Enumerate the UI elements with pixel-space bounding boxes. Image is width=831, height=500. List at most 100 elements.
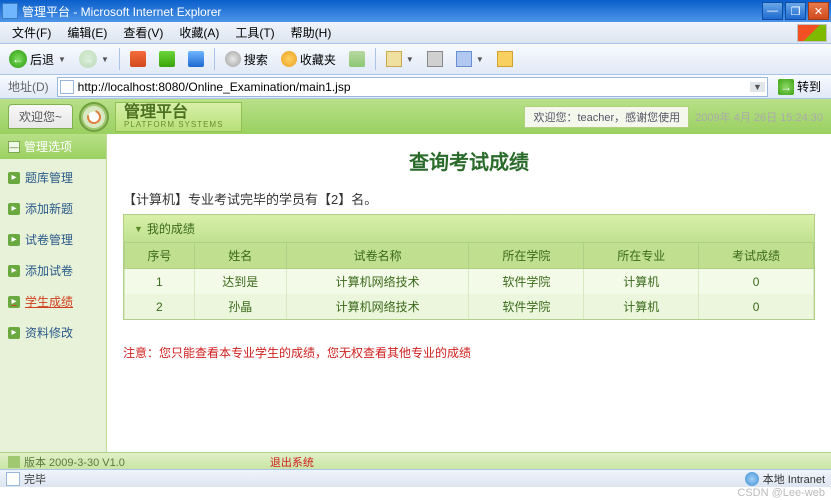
stop-button[interactable] [125, 47, 151, 71]
welcome-tab[interactable]: 欢迎您~ [8, 104, 73, 129]
close-button[interactable]: ✕ [808, 2, 829, 20]
history-icon [349, 51, 365, 67]
sidebar-item-label: 学生成绩 [25, 293, 73, 310]
version-text: 版本 2009-3-30 V1.0 [24, 454, 125, 470]
url-input[interactable] [78, 80, 750, 94]
table-cell: 0 [699, 269, 814, 295]
app-icon [2, 3, 18, 19]
results-table: 序号姓名试卷名称所在学院所在专业考试成绩 1达到是计算机网络技术软件学院计算机0… [124, 242, 814, 319]
go-label: 转到 [797, 78, 821, 95]
sidebar-item-label: 资料修改 [25, 324, 73, 341]
page-icon [60, 80, 74, 94]
bullet-icon: ▸ [8, 172, 20, 184]
collapse-icon: — [8, 141, 20, 153]
column-header: 序号 [125, 243, 195, 269]
results-panel: ▼ 我的成绩 序号姓名试卷名称所在学院所在专业考试成绩 1达到是计算机网络技术软… [123, 214, 815, 320]
sidebar-item-1[interactable]: ▸ 添加新题 [8, 200, 98, 217]
back-button[interactable]: ← 后退 ▼ [4, 47, 71, 71]
table-cell: 软件学院 [469, 269, 584, 295]
edit-button[interactable]: ▼ [451, 47, 489, 71]
messenger-icon [497, 51, 513, 67]
search-label: 搜索 [244, 51, 268, 68]
refresh-button[interactable] [154, 47, 180, 71]
column-header: 所在专业 [584, 243, 699, 269]
search-icon [225, 51, 241, 67]
sidebar-item-0[interactable]: ▸ 题库管理 [8, 169, 98, 186]
column-header: 试卷名称 [286, 243, 469, 269]
forward-button[interactable]: → ▼ [74, 47, 114, 71]
table-cell: 计算机网络技术 [286, 294, 469, 319]
back-label: 后退 [30, 51, 54, 68]
status-page-icon [6, 472, 20, 486]
app-logo-icon [79, 102, 109, 132]
page-title: 查询考试成绩 [123, 146, 815, 175]
mail-icon [386, 51, 402, 67]
sidebar-item-4[interactable]: ▸ 学生成绩 [8, 293, 98, 310]
logout-link[interactable]: 退出系统 [270, 454, 314, 470]
content-area: 查询考试成绩 【计算机】专业考试完毕的学员有【2】名。 ▼ 我的成绩 序号姓名试… [107, 134, 831, 487]
sidebar-item-3[interactable]: ▸添加试卷 [8, 262, 98, 279]
bullet-icon: ▸ [8, 234, 20, 246]
table-cell: 计算机 [584, 294, 699, 319]
back-arrow-icon: ← [9, 50, 27, 68]
summary-text: 【计算机】专业考试完毕的学员有【2】名。 [123, 189, 815, 208]
column-header: 姓名 [194, 243, 286, 269]
sidebar-item-5[interactable]: ▸ 资料修改 [8, 324, 98, 341]
menu-favorites[interactable]: 收藏(A) [171, 22, 227, 43]
triangle-down-icon: ▼ [134, 224, 143, 234]
chevron-down-icon: ▼ [58, 55, 66, 64]
results-header[interactable]: ▼ 我的成绩 [124, 215, 814, 242]
stop-icon [130, 51, 146, 67]
edit-icon [456, 51, 472, 67]
menu-view[interactable]: 查看(V) [115, 22, 171, 43]
column-header: 所在学院 [469, 243, 584, 269]
browser-toolbar: ← 后退 ▼ → ▼ 搜索 收藏夹 ▼ ▼ [0, 44, 831, 75]
sidebar-item-2[interactable]: ▸ 试卷管理 [8, 231, 98, 248]
sidebar-item-label: 题库管理 [25, 169, 73, 186]
menu-file[interactable]: 文件(F) [4, 22, 59, 43]
watermark: CSDN @Lee-web [737, 487, 825, 499]
favorites-button[interactable]: 收藏夹 [276, 47, 341, 71]
brand-text: 管理平台 [124, 104, 188, 121]
table-row[interactable]: 1达到是计算机网络技术软件学院计算机0 [125, 269, 814, 295]
brand-title: 管理平台 PLATFORM SYSTEMS [115, 102, 242, 132]
app-footer: 版本 2009-3-30 V1.0 退出系统 [0, 452, 831, 470]
main-layout: — 管理选项 ▸ 题库管理 ▸ 添加新题 ▸ 试卷管理 ▸添加试卷 ▸ 学生成绩 ▸ 资料修改 查询… [0, 134, 831, 487]
sidebar: — 管理选项 ▸ 题库管理 ▸ 添加新题 ▸ 试卷管理 ▸添加试卷 ▸ 学生成绩 ▸ 资料修改 [0, 134, 107, 487]
bullet-icon: ▸ [8, 296, 20, 308]
menu-help[interactable]: 帮助(H) [283, 22, 340, 43]
table-cell: 2 [125, 294, 195, 319]
column-header: 考试成绩 [699, 243, 814, 269]
table-cell: 计算机网络技术 [286, 269, 469, 295]
sidebar-header[interactable]: — 管理选项 [0, 134, 106, 159]
address-dropdown-button[interactable]: ▼ [750, 82, 765, 92]
minimize-button[interactable]: — [762, 2, 783, 20]
table-row[interactable]: 2孙晶计算机网络技术软件学院计算机0 [125, 294, 814, 319]
home-button[interactable] [183, 47, 209, 71]
chevron-down-icon: ▼ [476, 55, 484, 64]
search-button[interactable]: 搜索 [220, 47, 273, 71]
address-input-container: ▼ [57, 77, 768, 97]
toolbar-divider [375, 48, 376, 70]
window-title: 管理平台 - Microsoft Internet Explorer [22, 3, 762, 20]
bullet-icon: ▸ [8, 327, 20, 339]
go-arrow-icon: → [778, 79, 794, 95]
notice-text: 注意：您只能查看本专业学生的成绩，您无权查看其他专业的成绩 [123, 344, 815, 361]
table-cell: 孙晶 [194, 294, 286, 319]
print-button[interactable] [422, 47, 448, 71]
history-button[interactable] [344, 47, 370, 71]
messenger-button[interactable] [492, 47, 518, 71]
bullet-icon: ▸ [8, 203, 20, 215]
menu-tools[interactable]: 工具(T) [227, 22, 282, 43]
sidebar-item-label: 试卷管理 [25, 231, 73, 248]
menu-edit[interactable]: 编辑(E) [59, 22, 115, 43]
mail-button[interactable]: ▼ [381, 47, 419, 71]
windows-logo-icon [797, 24, 827, 42]
maximize-button[interactable]: ❐ [785, 2, 806, 20]
greeting-text: 欢迎您：teacher，感谢您使用 [524, 106, 689, 128]
window-titlebar: 管理平台 - Microsoft Internet Explorer — ❐ ✕ [0, 0, 831, 22]
go-button[interactable]: → 转到 [772, 78, 827, 95]
results-header-label: 我的成绩 [147, 220, 195, 237]
sidebar-item-label: 添加新题 [25, 200, 73, 217]
status-text: 完毕 [24, 471, 46, 487]
